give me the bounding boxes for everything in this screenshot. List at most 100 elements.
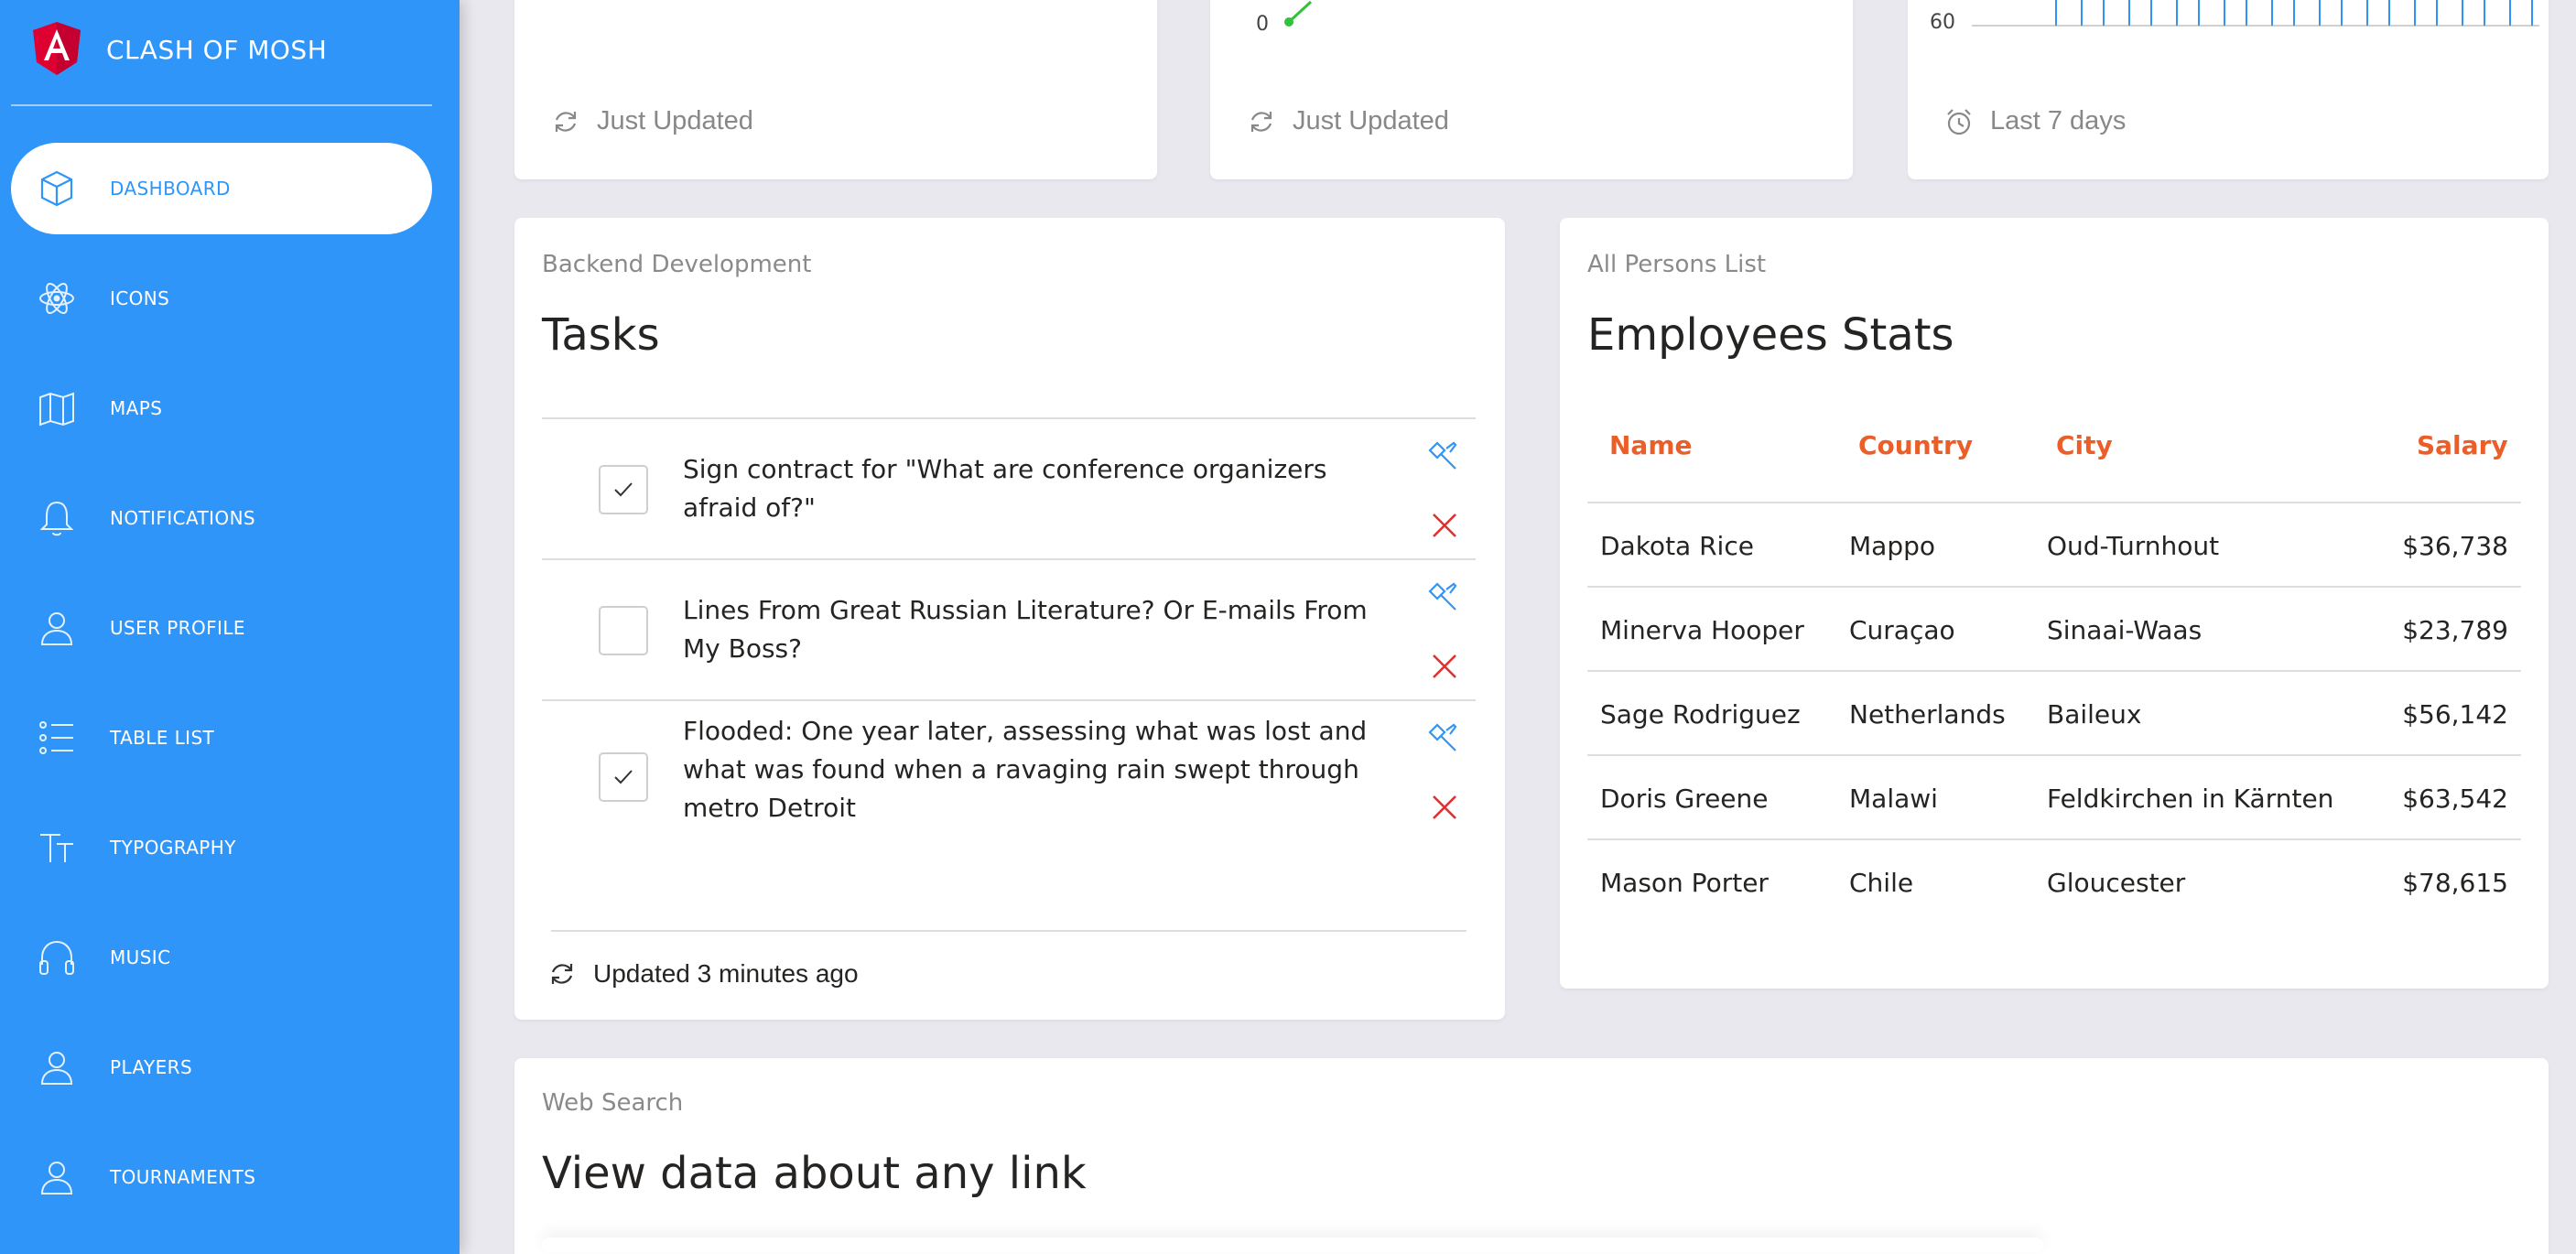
cell-city: Baileux: [2047, 699, 2142, 730]
sidebar-item-label: PLAYERS: [110, 1056, 193, 1078]
sidebar-item-label: MAPS: [110, 397, 163, 419]
brand-name: CLASH OF MOSH: [106, 35, 328, 65]
column-header-country: Country: [1858, 430, 1974, 460]
stat-footer-text: Just Updated: [1293, 106, 1449, 135]
cell-city: Feldkirchen in Kärnten: [2047, 784, 2334, 814]
chart-axis-tick: 60: [1930, 11, 1955, 34]
table-row: Dakota Rice Mappo Oud-Turnhout $36,738: [1587, 503, 2521, 588]
cell-country: Chile: [1849, 868, 1914, 898]
tasks-card: Backend Development Tasks Sign contract …: [514, 218, 1505, 1020]
chart-axis-tick: 0: [1256, 13, 1269, 36]
card-title: Tasks: [542, 309, 660, 361]
card-title: Employees Stats: [1587, 309, 1954, 361]
box-icon: [37, 168, 77, 209]
task-row: Flooded: One year later, assessing what …: [542, 699, 1476, 873]
sidebar-item-label: USER PROFILE: [110, 617, 245, 639]
bell-icon: [37, 498, 77, 538]
sidebar-item-label: TOURNAMENTS: [110, 1166, 256, 1188]
cell-name: Dakota Rice: [1600, 531, 1754, 561]
user-icon: [37, 1157, 77, 1197]
close-icon[interactable]: [1430, 511, 1459, 540]
stat-footer-text: Last 7 days: [1990, 106, 2127, 135]
close-icon[interactable]: [1430, 793, 1459, 822]
cell-city: Sinaai-Waas: [2047, 615, 2203, 645]
sidebar-item-label: TYPOGRAPHY: [110, 837, 236, 859]
sidebar: CLASH OF MOSH DASHBOARD ICONS MAPS NOTIF…: [0, 0, 460, 1254]
headphones-icon: [37, 937, 77, 978]
table-row: Mason Porter Chile Gloucester $78,615: [1587, 840, 2521, 924]
cell-country: Netherlands: [1849, 699, 2006, 730]
edit-icon[interactable]: [1426, 439, 1459, 472]
sidebar-item-label: ICONS: [110, 287, 170, 309]
close-icon[interactable]: [1430, 652, 1459, 681]
task-row: Lines From Great Russian Literature? Or …: [542, 558, 1476, 699]
angular-logo-icon: [33, 22, 81, 75]
cell-salary: $36,738: [2402, 531, 2508, 561]
sidebar-item-label: NOTIFICATIONS: [110, 507, 256, 529]
edit-icon[interactable]: [1426, 580, 1459, 613]
cell-name: Doris Greene: [1600, 784, 1769, 814]
employees-card: All Persons List Employees Stats Name Co…: [1560, 218, 2549, 989]
stat-footer: Just Updated: [1247, 106, 1449, 136]
edit-icon[interactable]: [1426, 721, 1459, 754]
check-icon: [614, 770, 633, 784]
cell-country: Curaçao: [1849, 615, 1955, 645]
bar-chart-fragment: [1972, 0, 2539, 27]
column-header-name: Name: [1609, 430, 1693, 460]
task-text: Sign contract for "What are conference o…: [683, 454, 1327, 523]
column-header-city: City: [2056, 430, 2113, 460]
column-header-salary: Salary: [2417, 430, 2508, 460]
table-row: Minerva Hooper Curaçao Sinaai-Waas $23,7…: [1587, 588, 2521, 672]
refresh-icon: [1250, 111, 1272, 132]
cell-name: Minerva Hooper: [1600, 615, 1804, 645]
sidebar-item-players[interactable]: PLAYERS: [11, 1022, 432, 1113]
text-icon: [37, 827, 77, 868]
sidebar-item-typography[interactable]: TYPOGRAPHY: [11, 802, 432, 893]
task-text: Lines From Great Russian Literature? Or …: [683, 595, 1368, 664]
web-search-card: Web Search View data about any link: [514, 1058, 2549, 1254]
table-row: Doris Greene Malawi Feldkirchen in Kärnt…: [1587, 756, 2521, 840]
stat-footer: Last 7 days: [1944, 106, 2126, 136]
cell-name: Sage Rodriguez: [1600, 699, 1801, 730]
user-icon: [37, 608, 77, 648]
task-checkbox[interactable]: [599, 465, 648, 514]
sidebar-item-user-profile[interactable]: USER PROFILE: [11, 582, 432, 674]
task-checkbox[interactable]: [599, 606, 648, 655]
alarm-icon: [1947, 108, 1971, 135]
divider: [551, 930, 1467, 932]
sidebar-item-maps[interactable]: MAPS: [11, 362, 432, 454]
map-icon: [37, 388, 77, 428]
check-icon: [614, 482, 633, 497]
task-checkbox[interactable]: [599, 752, 648, 802]
stat-card-3: 60 Last 7 days: [1908, 0, 2549, 179]
card-category: All Persons List: [1587, 251, 1767, 278]
cell-name: Mason Porter: [1600, 868, 1769, 898]
sidebar-item-tournaments[interactable]: TOURNAMENTS: [11, 1131, 432, 1223]
atom-icon: [37, 278, 77, 319]
cell-country: Mappo: [1849, 531, 1935, 561]
refresh-icon: [551, 964, 573, 984]
sidebar-nav: DASHBOARD ICONS MAPS NOTIFICATIONS USER …: [11, 143, 432, 1241]
cell-city: Oud-Turnhout: [2047, 531, 2220, 561]
sidebar-item-table-list[interactable]: TABLE LIST: [11, 692, 432, 784]
stat-card-2: 0 Just Updated: [1210, 0, 1853, 179]
cell-salary: $78,615: [2402, 868, 2508, 898]
card-title: View data about any link: [542, 1148, 1087, 1199]
cell-city: Gloucester: [2047, 868, 2186, 898]
sidebar-item-label: TABLE LIST: [110, 727, 215, 749]
sidebar-item-label: DASHBOARD: [110, 178, 231, 200]
card-category: Backend Development: [542, 251, 812, 278]
sidebar-item-music[interactable]: MUSIC: [11, 912, 432, 1003]
stat-footer: Just Updated: [551, 106, 753, 136]
search-box[interactable]: [542, 1238, 2043, 1252]
brand[interactable]: CLASH OF MOSH: [11, 0, 432, 106]
tasks-footer: Updated 3 minutes ago: [547, 959, 859, 989]
sidebar-item-dashboard[interactable]: DASHBOARD: [11, 143, 432, 234]
sidebar-item-notifications[interactable]: NOTIFICATIONS: [11, 472, 432, 564]
stat-footer-text: Just Updated: [597, 106, 753, 135]
task-text: Flooded: One year later, assessing what …: [683, 716, 1368, 823]
chart-line: [1284, 0, 1313, 27]
cell-salary: $63,542: [2402, 784, 2508, 814]
cell-country: Malawi: [1849, 784, 1938, 814]
sidebar-item-icons[interactable]: ICONS: [11, 253, 432, 344]
